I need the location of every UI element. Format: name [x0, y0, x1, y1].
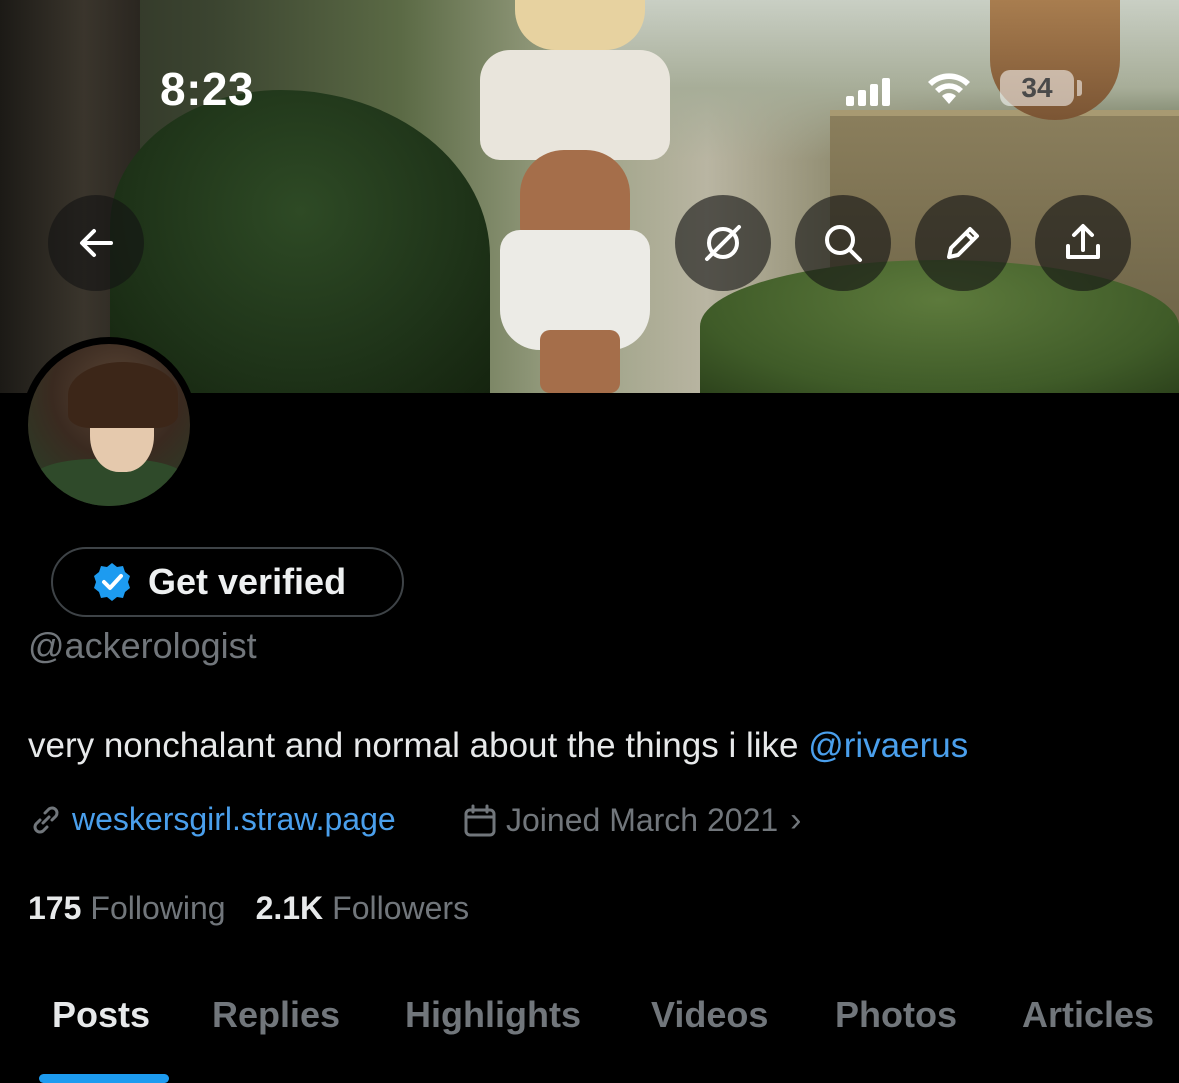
calendar-icon	[464, 804, 496, 836]
back-button[interactable]	[48, 195, 144, 291]
tab-highlights[interactable]: Highlights	[405, 994, 581, 1036]
profile-banner[interactable]	[0, 0, 1179, 393]
website-link-text: weskersgirl.straw.page	[72, 801, 396, 837]
search-button[interactable]	[795, 195, 891, 291]
followers-count: 2.1K	[255, 890, 324, 926]
followers-stat[interactable]: 2.1K Followers	[256, 890, 470, 927]
bio-text: very nonchalant and normal about the thi…	[28, 726, 809, 765]
pencil-icon	[947, 227, 979, 259]
tab-photos[interactable]: Photos	[835, 994, 957, 1036]
status-time: 8:23	[160, 63, 255, 115]
tab-posts[interactable]: Posts	[52, 994, 150, 1036]
joined-date[interactable]: Joined March 2021 ›	[462, 801, 802, 840]
chevron-right-icon: ›	[790, 801, 802, 839]
cellular-signal-icon	[846, 78, 890, 106]
tab-replies[interactable]: Replies	[212, 994, 340, 1036]
search-icon	[825, 225, 862, 262]
tab-videos[interactable]: Videos	[651, 994, 768, 1036]
profile-website-link[interactable]: weskersgirl.straw.page	[28, 801, 396, 838]
get-verified-button[interactable]: Get verified	[51, 547, 404, 617]
tab-articles[interactable]: Articles	[1022, 994, 1154, 1036]
battery-indicator: 34	[1000, 70, 1074, 106]
profile-tabs: Posts Replies Highlights Videos Photos A…	[0, 990, 1179, 1083]
joined-text: Joined March 2021	[506, 802, 779, 838]
share-button[interactable]	[1035, 195, 1131, 291]
grok-icon	[705, 225, 741, 261]
profile-bio: very nonchalant and normal about the thi…	[28, 726, 968, 766]
active-tab-indicator	[39, 1074, 169, 1083]
edit-button[interactable]	[915, 195, 1011, 291]
followers-label: Followers	[332, 890, 470, 926]
following-count: 175	[28, 890, 82, 926]
verified-badge-icon	[94, 563, 130, 601]
link-icon	[33, 806, 59, 833]
get-verified-label: Get verified	[148, 561, 347, 602]
arrow-left-icon	[80, 229, 113, 257]
wifi-icon	[928, 73, 970, 104]
grok-button[interactable]	[675, 195, 771, 291]
bio-mention-link[interactable]: @rivaerus	[808, 726, 968, 765]
avatar[interactable]	[28, 344, 190, 506]
share-icon	[1066, 224, 1100, 259]
banner-figure	[420, 0, 720, 393]
battery-nub	[1077, 80, 1082, 96]
profile-handle: @ackerologist	[28, 625, 257, 666]
following-stat[interactable]: 175 Following	[28, 890, 226, 927]
following-label: Following	[90, 890, 226, 926]
follow-stats: 175 Following 2.1K Followers	[28, 890, 499, 927]
